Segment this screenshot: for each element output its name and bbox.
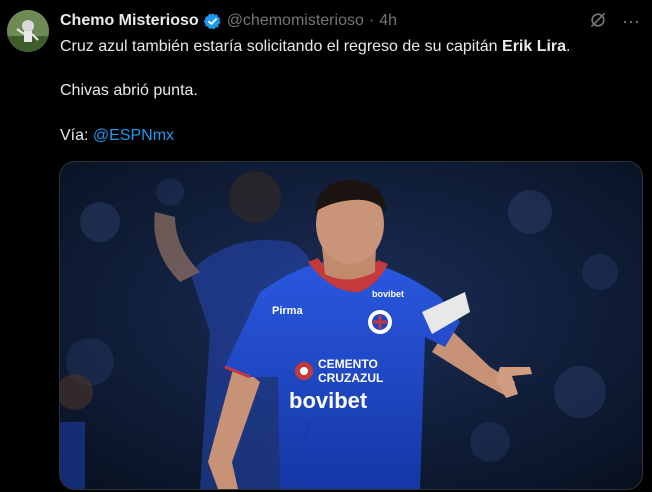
via-label: Vía: <box>60 127 93 144</box>
author-handle[interactable]: @chemomisterioso <box>227 12 364 30</box>
jersey-sponsor-line2: CRUZAZUL <box>318 371 383 385</box>
header-actions: ⋯ <box>588 10 640 35</box>
jersey-sponsor-main: bovibet <box>289 388 368 413</box>
jersey-sponsor-line1: CEMENTO <box>318 357 378 371</box>
tweet-card[interactable]: Chemo Misterioso @chemomisterioso · 4h ⋯… <box>0 0 652 492</box>
tweet-text-line-2: Chivas abrió punta. <box>60 82 198 99</box>
jersey-chest-brand: Pirma <box>272 305 303 317</box>
grok-icon[interactable] <box>588 10 608 35</box>
mention-link[interactable]: @ESPNmx <box>93 127 174 144</box>
verified-badge-icon <box>203 12 222 31</box>
separator-dot: · <box>368 12 375 29</box>
more-options-icon[interactable]: ⋯ <box>622 12 640 33</box>
tweet-text-prefix: Cruz azul también estaría solicitando el… <box>60 38 503 55</box>
tweet-media-image[interactable]: Pirma bovibet CEMENTO CRUZAZUL bovibet <box>59 161 643 490</box>
tweet-text-bold: Erik Lira <box>502 38 567 55</box>
avatar[interactable] <box>7 10 49 52</box>
timestamp[interactable]: 4h <box>379 12 397 30</box>
tweet-text-line-1: Cruz azul también estaría solicitando el… <box>60 37 571 57</box>
tweet-via-line: Vía: @ESPNmx <box>60 126 174 146</box>
tweet-text-suffix: . <box>566 38 571 55</box>
author-name[interactable]: Chemo Misterioso <box>60 12 199 30</box>
tweet-header: Chemo Misterioso @chemomisterioso · 4h ⋯ <box>60 10 640 32</box>
jersey-sleeve-brand: bovibet <box>372 289 404 299</box>
